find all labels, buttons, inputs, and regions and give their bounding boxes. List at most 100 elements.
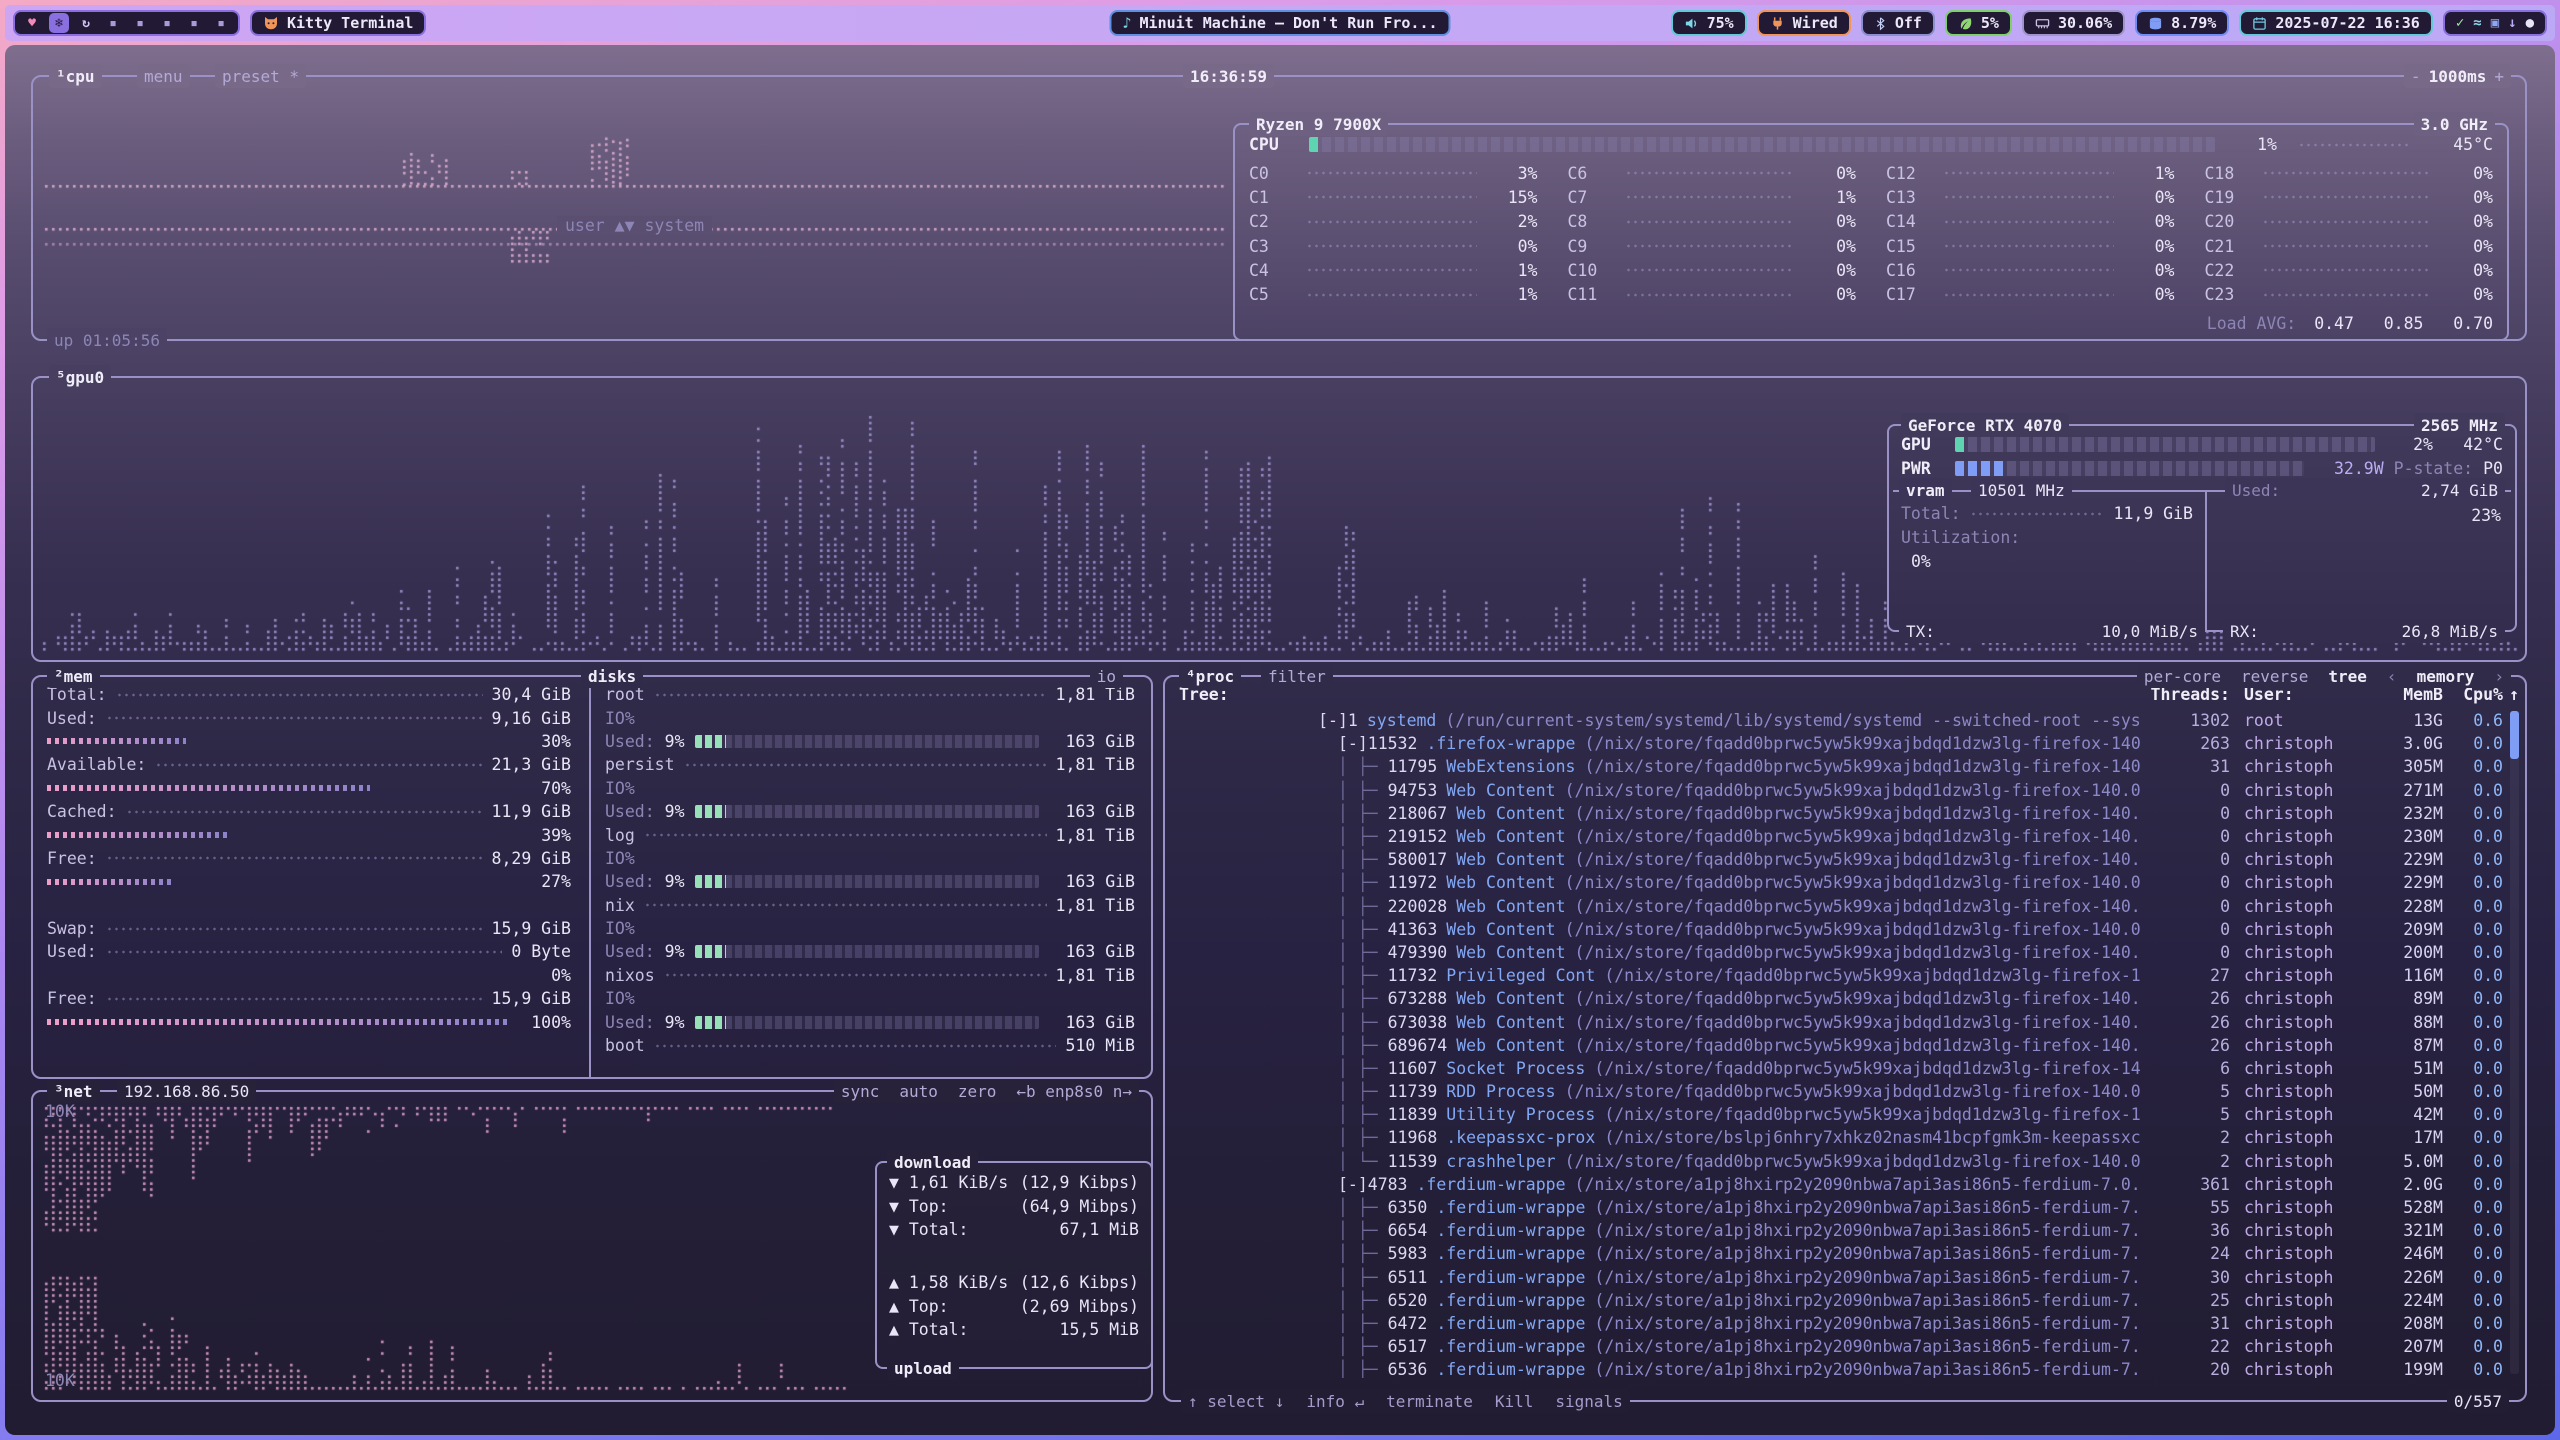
process-user: christoph xyxy=(2230,1175,2355,1194)
process-user: christoph xyxy=(2230,804,2355,823)
process-user: christoph xyxy=(2230,1152,2355,1171)
proc-scrollbar-thumb[interactable] xyxy=(2510,711,2519,759)
core-row: C16 0% xyxy=(1886,258,2175,282)
menu-button[interactable]: menu xyxy=(137,64,190,88)
network-module[interactable]: Wired xyxy=(1757,10,1851,36)
proc-footer-button[interactable]: info ↵ xyxy=(1306,1392,1364,1411)
net-control-button[interactable]: ←b enp8s0 n→ xyxy=(1016,1082,1132,1101)
core-name: C7 xyxy=(1568,188,1616,207)
interval-plus-button[interactable]: + xyxy=(2494,67,2504,86)
process-mem: 528M xyxy=(2355,1198,2443,1217)
net-control-button[interactable]: zero xyxy=(958,1082,997,1101)
process-threads: 0 xyxy=(2140,873,2230,892)
volume-module[interactable]: 75% xyxy=(1671,10,1747,36)
process-user: christoph xyxy=(2230,1013,2355,1032)
process-row[interactable]: │ ├─ 6536.ferdium-wrappe(/nix/store/a1pj… xyxy=(1179,1358,2503,1378)
workspace-icon[interactable]: ▪ xyxy=(211,13,231,33)
memory-module[interactable]: 30.06% xyxy=(2022,10,2125,36)
core-name: C13 xyxy=(1886,188,1934,207)
net-control-button[interactable]: auto xyxy=(899,1082,938,1101)
disk-row: log 1,81 TiB IO% Used: 9% 163 GiB xyxy=(605,823,1135,893)
workspace-icon[interactable]: ▪ xyxy=(157,13,177,33)
disk-used-value: 163 GiB xyxy=(1049,872,1135,891)
process-threads: 26 xyxy=(2140,1013,2230,1032)
gpu-pstate-value: P0 xyxy=(2483,459,2503,478)
process-cpu: 0.0 xyxy=(2443,1314,2503,1333)
core-row: C10 0% xyxy=(1568,258,1857,282)
core-name: C8 xyxy=(1568,212,1616,231)
workspace-icon[interactable]: ♥ xyxy=(22,13,42,33)
workspace-icon[interactable]: ▪ xyxy=(130,13,150,33)
proc-scrollbar-track[interactable] xyxy=(2510,711,2519,1374)
sort-next-button[interactable]: › xyxy=(2494,667,2504,686)
disk-name: nixos xyxy=(605,966,655,985)
core-pct: 0% xyxy=(2123,261,2175,280)
gpu-detail-box: GeForce RTX 4070 2565 MHz GPU 2% 42°C PW… xyxy=(1887,424,2517,632)
core-row: C4 1% xyxy=(1249,258,1538,282)
process-cpu: 0.6 xyxy=(2443,711,2503,730)
btop-terminal: ¹cpu menu preset * 16:36:59 - 1000ms + u… xyxy=(5,45,2555,1435)
core-name: C21 xyxy=(2205,237,2253,256)
preset-button[interactable]: preset * xyxy=(215,64,306,88)
net-control-button[interactable]: sync xyxy=(841,1082,880,1101)
disks-io-button[interactable]: io xyxy=(1090,664,1123,688)
tray-icon[interactable]: ▣ xyxy=(2491,15,2499,31)
music-player[interactable]: ♪ Minuit Machine – Don't Run Fro... xyxy=(1109,10,1450,36)
core-pct: 15% xyxy=(1486,188,1538,207)
core-grid: C0 3% C1 15% C2 xyxy=(1249,161,2493,307)
process-cpu: 0.0 xyxy=(2443,1059,2503,1078)
tree-branch: │ ├─ xyxy=(1318,1360,1388,1378)
disk-used-value: 163 GiB xyxy=(1049,802,1135,821)
process-mem: 305M xyxy=(2355,757,2443,776)
tray-icon[interactable]: ≈ xyxy=(2473,15,2481,31)
workspace-icon[interactable]: ▪ xyxy=(184,13,204,33)
core-name: C14 xyxy=(1886,212,1934,231)
process-threads: 0 xyxy=(2140,850,2230,869)
proc-footer-button[interactable]: signals xyxy=(1555,1392,1622,1411)
proc-footer-button[interactable]: terminate xyxy=(1386,1392,1473,1411)
proc-option-button[interactable]: reverse xyxy=(2241,667,2308,686)
proc-filter-button[interactable]: filter xyxy=(1261,664,1333,688)
interval-minus-button[interactable]: - xyxy=(2411,67,2421,86)
bluetooth-module[interactable]: Off xyxy=(1861,10,1935,36)
power-profile-module[interactable]: 5% xyxy=(1945,10,2012,36)
process-threads: 22 xyxy=(2140,1337,2230,1356)
process-cpu: 0.0 xyxy=(2443,1291,2503,1310)
proc-footer-button[interactable]: Kill xyxy=(1495,1392,1534,1411)
mem-row-value: 15,9 GiB xyxy=(492,919,571,938)
net-panel: ³net 192.168.86.50 syncautozero←b enp8s0… xyxy=(31,1090,1153,1402)
cpu-frequency: 3.0 GHz xyxy=(2421,115,2488,134)
process-cpu: 0.0 xyxy=(2443,989,2503,1008)
proc-footer-button[interactable]: ↑ select ↓ xyxy=(1188,1392,1284,1411)
workspace-icon[interactable]: ▪ xyxy=(103,13,123,33)
mem-disks-divider xyxy=(589,677,591,1077)
disk-io-label: IO% xyxy=(605,989,635,1008)
download-title: download xyxy=(894,1153,971,1172)
bluetooth-value: Off xyxy=(1895,14,1922,32)
mem-row-value: 9,16 GiB xyxy=(492,709,571,728)
window-title[interactable]: Kitty Terminal xyxy=(250,10,426,36)
proc-option-button[interactable]: per-core xyxy=(2144,667,2221,686)
download-stat-label: ▼ Total: xyxy=(889,1220,968,1239)
scroll-up-arrow[interactable]: ↑ xyxy=(2509,685,2519,704)
workspace-icon[interactable]: ❄ xyxy=(49,13,69,33)
upload-stat-value: (12,6 Kibps) xyxy=(1020,1273,1139,1292)
tray-icon[interactable]: ↓ xyxy=(2508,15,2516,31)
core-name: C0 xyxy=(1249,164,1297,183)
core-name: C18 xyxy=(2205,164,2253,183)
tray-icon[interactable]: ● xyxy=(2526,15,2534,31)
process-cpu: 0.0 xyxy=(2443,1175,2503,1194)
process-cpu: 0.0 xyxy=(2443,757,2503,776)
workspace-icon[interactable]: ↻ xyxy=(76,13,96,33)
process-threads: 24 xyxy=(2140,1244,2230,1263)
cpu-panel: ¹cpu menu preset * 16:36:59 - 1000ms + u… xyxy=(31,75,2527,341)
tray-icon[interactable]: ✓ xyxy=(2456,15,2464,31)
gpu-usage-meter xyxy=(1955,437,2375,452)
proc-option-button[interactable]: tree xyxy=(2328,667,2367,686)
sort-prev-button[interactable]: ‹ xyxy=(2387,667,2397,686)
cpu-graph-legend: user ▲▼ system xyxy=(557,216,712,235)
clock-module[interactable]: 2025-07-22 16:36 xyxy=(2239,10,2433,36)
disk-module[interactable]: 8.79% xyxy=(2135,10,2229,36)
vram-right-border xyxy=(2205,490,2207,630)
process-mem: 226M xyxy=(2355,1268,2443,1287)
